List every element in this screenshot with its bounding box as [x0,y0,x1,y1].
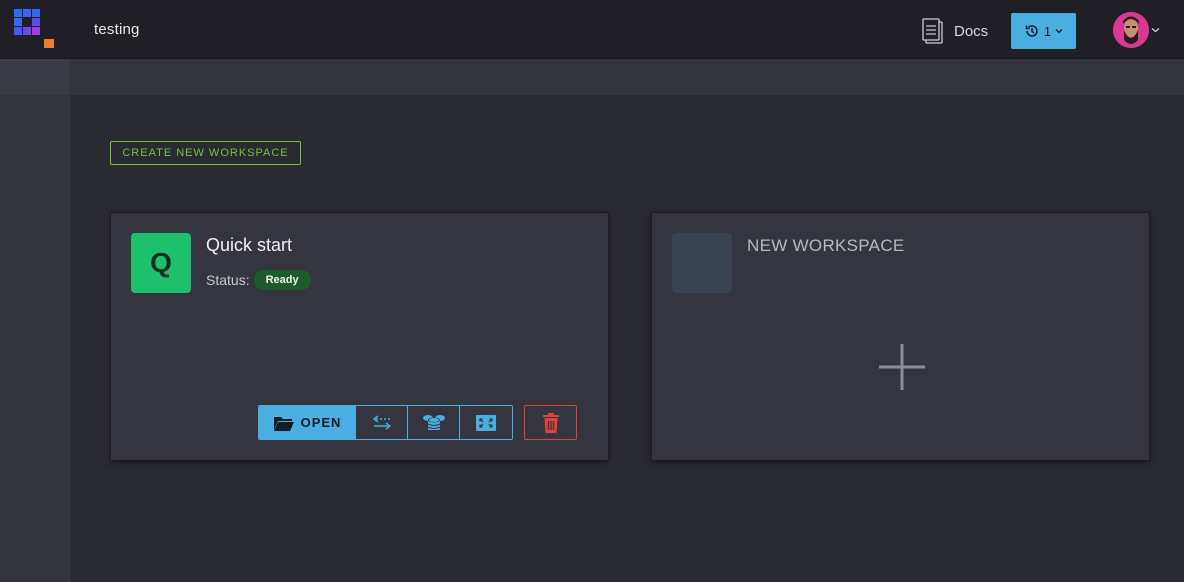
open-button[interactable]: OPEN [259,406,356,439]
trash-icon [542,412,559,433]
workspace-actions: OPEN [258,405,513,440]
avatar [1113,12,1149,48]
app-logo-icon[interactable] [14,9,56,49]
folder-open-icon [273,416,294,431]
ports-button[interactable] [356,406,408,439]
chevron-down-icon [1055,29,1063,34]
sub-header [70,59,1184,95]
sidebar-header [0,59,70,95]
database-button[interactable] [408,406,460,439]
history-count: 1 [1043,23,1052,39]
delete-button[interactable] [524,405,577,440]
docs-link[interactable]: Docs [920,17,988,45]
database-icon [422,414,445,430]
docs-label: Docs [954,22,989,40]
history-icon [1025,25,1038,37]
new-workspace-title: NEW WORKSPACE [747,236,905,255]
status-label: Status: [206,272,250,288]
ports-icon [372,414,391,430]
top-bar: testing Docs 1 [0,0,1184,59]
new-workspace-avatar [672,233,732,293]
resize-button[interactable] [460,406,512,439]
document-icon [922,18,943,44]
user-menu[interactable] [1113,12,1160,48]
workspace-card: Q Quick start Status: Ready OPEN [110,212,609,461]
new-workspace-card[interactable]: NEW WORKSPACE [651,212,1150,461]
create-workspace-button[interactable]: CREATE NEW WORKSPACE [110,141,301,165]
open-label: OPEN [300,415,342,430]
sidebar [0,95,70,582]
plus-icon[interactable] [878,343,926,391]
chevron-down-icon [1151,28,1160,33]
workspace-avatar: Q [131,233,191,293]
app-title: testing [94,21,140,38]
resize-icon [476,414,496,431]
workspace-status: Status: Ready [206,270,311,290]
status-badge: Ready [253,270,311,290]
workspace-name: Quick start [206,235,293,255]
history-button[interactable]: 1 [1011,13,1076,49]
